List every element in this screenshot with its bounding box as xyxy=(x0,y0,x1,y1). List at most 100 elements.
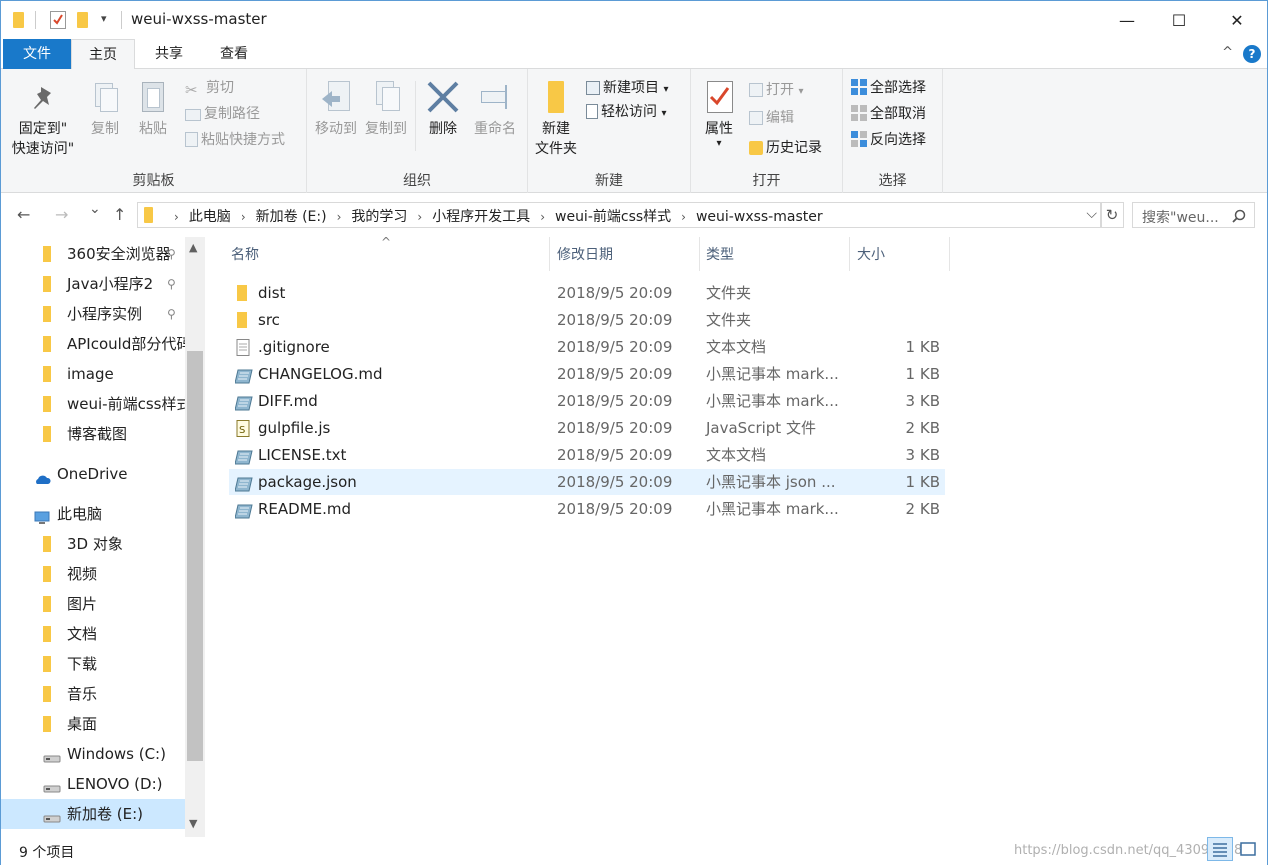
minimize-button[interactable]: — xyxy=(1104,1,1150,39)
crumb-mini-program-tools[interactable]: 小程序开发工具 xyxy=(432,209,530,225)
crumb-my-study[interactable]: 我的学习 xyxy=(351,209,407,225)
file-date: 2018/9/5 20:09 xyxy=(557,392,673,410)
address-bar[interactable]: › 此电脑 › 新加卷 (E:) › 我的学习 › 小程序开发工具 › weui-前端css样式 ›… xyxy=(137,202,1102,228)
nav-item[interactable]: 下载 xyxy=(1,649,185,679)
nav-item[interactable]: 小程序实例 ⚲ xyxy=(1,299,185,329)
tab-view[interactable]: 查看 xyxy=(201,39,267,69)
properties-button[interactable]: 属性 ▾ xyxy=(697,79,741,149)
customize-quick-access-icon[interactable]: ▾ xyxy=(101,12,107,25)
nav-item[interactable]: 博客截图 xyxy=(1,419,185,449)
notepad-file-icon xyxy=(234,393,253,411)
nav-item[interactable]: 新加卷 (E:) xyxy=(1,799,185,829)
cut-button[interactable]: ✂ 剪切 xyxy=(185,77,234,99)
nav-item[interactable]: weui-前端css样式 xyxy=(1,389,185,419)
crumb-weui-wxss-master[interactable]: weui-wxss-master xyxy=(696,209,823,225)
file-row[interactable]: README.md 2018/9/5 20:09 小黑记事本 mark... 2 KB xyxy=(229,496,945,522)
properties-quick-icon[interactable] xyxy=(50,11,66,29)
nav-item[interactable]: APIcould部分代码 xyxy=(1,329,185,359)
tab-share[interactable]: 共享 xyxy=(137,39,201,69)
nav-item[interactable]: 视频 xyxy=(1,559,185,589)
invert-selection-button[interactable]: 反向选择 xyxy=(851,129,926,151)
nav-item[interactable]: 文档 xyxy=(1,619,185,649)
new-folder-quick-icon[interactable] xyxy=(77,12,88,28)
file-row[interactable]: LICENSE.txt 2018/9/5 20:09 文本文档 3 KB xyxy=(229,442,945,468)
copy-button[interactable]: 复制 xyxy=(83,79,127,139)
tab-home[interactable]: 主页 xyxy=(71,39,135,70)
refresh-button[interactable]: ↻ xyxy=(1100,202,1124,228)
nav-item[interactable]: 此电脑 xyxy=(1,499,185,529)
pin-quick-access-button[interactable]: 固定到" 快速访问" xyxy=(7,79,79,159)
file-row[interactable]: src 2018/9/5 20:09 文件夹 xyxy=(229,307,945,333)
close-button[interactable]: ✕ xyxy=(1214,1,1260,39)
nav-item[interactable]: LENOVO (D:) xyxy=(1,769,185,799)
scrollbar-thumb[interactable] xyxy=(187,351,203,761)
back-button[interactable]: ← xyxy=(17,205,30,224)
paste-shortcut-button[interactable]: 粘贴快捷方式 xyxy=(185,129,285,151)
open-button[interactable]: 打开 ▾ xyxy=(749,79,803,101)
forward-button[interactable]: → xyxy=(55,205,68,224)
nav-item[interactable]: Java小程序2 ⚲ xyxy=(1,269,185,299)
pin-icon xyxy=(25,79,61,117)
select-all-button[interactable]: 全部选择 xyxy=(851,77,926,99)
copy-path-button[interactable]: 复制路径 xyxy=(185,103,260,125)
nav-pane-scrollbar[interactable]: ▲ ▼ xyxy=(185,237,205,837)
notepad-file-icon xyxy=(234,447,253,465)
nav-item[interactable]: 图片 xyxy=(1,589,185,619)
edit-button[interactable]: 编辑 xyxy=(749,107,794,129)
file-row[interactable]: dist 2018/9/5 20:09 文件夹 xyxy=(229,280,945,306)
move-to-button[interactable]: 移动到 xyxy=(311,79,361,139)
history-button[interactable]: 历史记录 xyxy=(749,137,822,159)
rename-button[interactable]: 重命名 xyxy=(469,79,521,139)
invert-selection-icon xyxy=(851,131,867,147)
maximize-button[interactable]: ☐ xyxy=(1156,1,1202,39)
select-none-button[interactable]: 全部取消 xyxy=(851,103,926,125)
new-item-button[interactable]: 新建项目 ▾ xyxy=(586,77,668,99)
file-date: 2018/9/5 20:09 xyxy=(557,473,673,491)
notepad-file-icon xyxy=(234,474,253,492)
nav-item-label: 桌面 xyxy=(67,715,98,733)
nav-item[interactable]: 3D 对象 xyxy=(1,529,185,559)
large-icons-view-button[interactable] xyxy=(1235,837,1261,861)
scroll-up-icon[interactable]: ▲ xyxy=(189,241,197,254)
search-box[interactable]: 搜索"weu... xyxy=(1132,202,1255,228)
nav-item[interactable]: 桌面 xyxy=(1,709,185,739)
paste-button[interactable]: 粘贴 xyxy=(131,79,175,139)
nav-item-label: Java小程序2 xyxy=(67,275,154,293)
nav-item[interactable]: Windows (C:) xyxy=(1,739,185,769)
file-size: 1 KB xyxy=(905,473,940,491)
nav-item[interactable]: image xyxy=(1,359,185,389)
up-button[interactable]: ↑ xyxy=(113,205,126,224)
recent-locations-button[interactable]: ⌄ xyxy=(89,201,101,217)
ribbon-tabs: 文件 主页 共享 查看 ^ ? xyxy=(1,39,1267,70)
copy-to-button[interactable]: 复制到 xyxy=(361,79,411,139)
crumb-weui-css[interactable]: weui-前端css样式 xyxy=(555,209,671,225)
breadcrumb: › 此电脑 › 新加卷 (E:) › 我的学习 › 小程序开发工具 › weui-前端css样式 ›… xyxy=(174,209,823,225)
ribbon: 固定到" 快速访问" 复制 粘贴 ✂ 剪切 复制路径 粘贴快捷方式 剪贴板 移动… xyxy=(1,69,1267,193)
file-type: 文件夹 xyxy=(706,284,752,302)
address-dropdown-icon[interactable]: ⌵ xyxy=(1086,206,1097,222)
file-row[interactable]: DIFF.md 2018/9/5 20:09 小黑记事本 mark... 3 KB xyxy=(229,388,945,414)
refresh-icon: ↻ xyxy=(1105,206,1119,224)
easy-access-button[interactable]: 轻松访问 ▾ xyxy=(586,101,666,123)
crumb-drive-e[interactable]: 新加卷 (E:) xyxy=(256,209,327,225)
file-row[interactable]: Sgulpfile.js 2018/9/5 20:09 JavaScript 文件 2… xyxy=(229,415,945,441)
crumb-this-pc[interactable]: 此电脑 xyxy=(189,209,231,225)
search-input[interactable]: 搜索"weu... xyxy=(1142,207,1219,227)
nav-item[interactable]: 360安全浏览器 ⚲ xyxy=(1,239,185,269)
new-folder-button[interactable]: 新建 文件夹 xyxy=(532,79,580,159)
file-row[interactable]: .gitignore 2018/9/5 20:09 文本文档 1 KB xyxy=(229,334,945,360)
delete-button[interactable]: 删除 xyxy=(421,79,465,139)
column-header-size[interactable]: 大小 xyxy=(857,245,885,275)
nav-item[interactable]: 音乐 xyxy=(1,679,185,709)
details-view-button[interactable] xyxy=(1207,837,1233,861)
scroll-down-icon[interactable]: ▼ xyxy=(189,817,197,830)
tab-file[interactable]: 文件 xyxy=(3,39,71,69)
help-icon[interactable]: ? xyxy=(1243,45,1261,63)
column-header-type[interactable]: 类型 xyxy=(706,245,734,275)
file-row[interactable]: package.json 2018/9/5 20:09 小黑记事本 json ...… xyxy=(229,469,945,495)
column-header-name[interactable]: 名称 xyxy=(231,245,259,275)
file-row[interactable]: CHANGELOG.md 2018/9/5 20:09 小黑记事本 mark... 1… xyxy=(229,361,945,387)
column-header-date[interactable]: 修改日期 xyxy=(557,245,613,275)
collapse-ribbon-icon[interactable]: ^ xyxy=(1222,45,1233,60)
nav-item[interactable]: OneDrive xyxy=(1,459,185,489)
